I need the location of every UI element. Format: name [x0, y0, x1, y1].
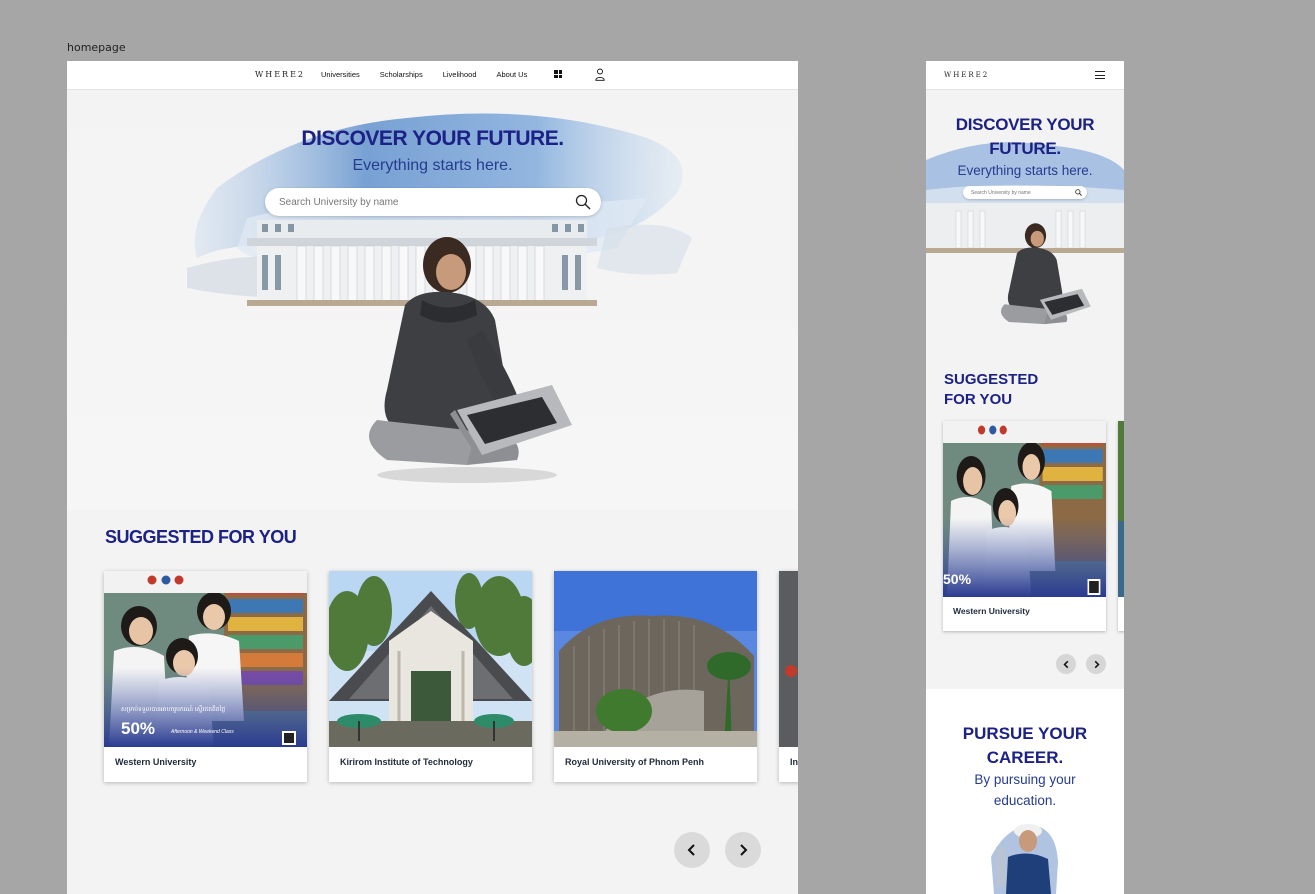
chevron-left-icon	[1062, 660, 1068, 668]
brand-logo[interactable]: WHERE2	[944, 71, 989, 79]
promo-percent: 50%	[121, 719, 156, 738]
top-navbar: WHERE2 Universities Scholarships Livelih…	[67, 61, 798, 90]
nav-livelihood[interactable]: Livelihood	[443, 70, 477, 79]
nav-universities[interactable]: Universities	[321, 70, 360, 79]
student-with-laptop-image	[369, 237, 572, 483]
hero-title-line1: DISCOVER YOUR	[955, 115, 1095, 134]
university-card-partial[interactable]	[1118, 421, 1124, 631]
nav-menu: Universities Scholarships Livelihood Abo…	[321, 70, 527, 79]
chevron-left-icon	[687, 844, 695, 856]
carousel-prev-button[interactable]	[674, 832, 710, 868]
western-university-promo-image: សម្រាប់ទទួលបានអាហារូបករណ៍ ស្ទើរឥតគិតថ្លៃ…	[104, 571, 307, 747]
western-university-promo-image: 50%	[943, 421, 1106, 597]
chevron-right-icon	[1094, 660, 1100, 668]
pursue-title: PURSUE YOUR CAREER.	[926, 722, 1124, 770]
card-university-name: Royal University of Phnom Penh	[565, 757, 705, 767]
hamburger-menu-icon[interactable]	[1095, 71, 1105, 79]
university-card[interactable]: Kirirom Institute of Technology	[329, 571, 532, 782]
brand-logo[interactable]: WHERE2	[255, 70, 305, 79]
search-input[interactable]	[971, 189, 1075, 196]
university-card[interactable]: Royal University of Phnom Penh	[554, 571, 757, 782]
dashboard-grid-icon[interactable]	[554, 70, 562, 78]
frame-label: homepage	[67, 41, 126, 54]
promo-khmer-text: សម្រាប់ទទួលបានអាហារូបករណ៍ ស្ទើរឥតគិតថ្លៃ	[121, 706, 226, 713]
hero-section: DISCOVER YOUR FUTURE. Everything starts …	[67, 90, 798, 510]
chevron-right-icon	[740, 844, 748, 856]
desktop-homepage-frame: WHERE2 Universities Scholarships Livelih…	[67, 61, 798, 894]
hero-subtitle: Everything starts here.	[352, 157, 513, 174]
user-account-icon[interactable]	[595, 68, 605, 81]
mobile-homepage-frame: WHERE2 DISCOVER YOUR FUTURE. Everything …	[926, 61, 1124, 894]
royal-university-image	[554, 571, 757, 747]
hero-subtitle: Everything starts here.	[957, 163, 1093, 178]
promo-class-text: Afternoon & Weekend Class	[171, 729, 234, 735]
hero-title: DISCOVER YOUR FUTURE.	[926, 113, 1124, 161]
engineer-worker-image	[991, 824, 1058, 894]
search-icon[interactable]	[575, 194, 591, 210]
card-university-name: Western University	[953, 606, 1030, 616]
pursue-career-section: PURSUE YOUR CAREER. By pursuing your edu…	[926, 689, 1124, 894]
university-search-bar	[265, 188, 601, 216]
pursue-title-line1: PURSUE YOUR	[962, 724, 1088, 743]
search-input[interactable]	[279, 196, 575, 208]
search-icon[interactable]	[1075, 189, 1082, 196]
carousel-prev-button[interactable]	[1056, 654, 1076, 674]
university-card[interactable]: 50% Western University	[943, 421, 1106, 631]
university-search-bar	[963, 186, 1087, 199]
university-card[interactable]: In	[779, 571, 798, 782]
kirirom-institute-image	[329, 571, 532, 747]
carousel-next-button[interactable]	[1086, 654, 1106, 674]
university-image	[1118, 421, 1124, 597]
pursue-title-line2: CAREER.	[986, 748, 1064, 767]
card-university-name: In	[790, 757, 798, 767]
nav-about-us[interactable]: About Us	[497, 70, 528, 79]
nav-scholarships[interactable]: Scholarships	[380, 70, 423, 79]
suggested-title-line2: FOR YOU	[944, 391, 1013, 408]
university-image	[779, 571, 798, 747]
hero-title: DISCOVER YOUR FUTURE.	[301, 127, 564, 150]
suggested-cards-carousel: សម្រាប់ទទួលបានអាហារូបករណ៍ ស្ទើរឥតគិតថ្លៃ…	[104, 571, 798, 782]
suggested-section-title: SUGGESTED FOR YOU	[105, 527, 297, 547]
card-university-name: Western University	[115, 757, 197, 767]
hero-title-line2: FUTURE.	[989, 139, 1061, 158]
card-university-name: Kirirom Institute of Technology	[340, 757, 473, 767]
carousel-next-button[interactable]	[725, 832, 761, 868]
pursue-subtitle: By pursuing your education.	[974, 772, 1076, 808]
promo-percent: 50%	[943, 571, 972, 587]
university-card[interactable]: សម្រាប់ទទួលបានអាហារូបករណ៍ ស្ទើរឥតគិតថ្លៃ…	[104, 571, 307, 782]
mobile-navbar: WHERE2	[926, 61, 1124, 90]
suggested-section-title: SUGGESTED FOR YOU	[944, 370, 1064, 410]
student-with-laptop-image	[1001, 223, 1091, 325]
suggested-title-line1: SUGGESTED	[944, 371, 1039, 388]
mobile-hero-section: DISCOVER YOUR FUTURE. Everything starts …	[926, 90, 1124, 342]
